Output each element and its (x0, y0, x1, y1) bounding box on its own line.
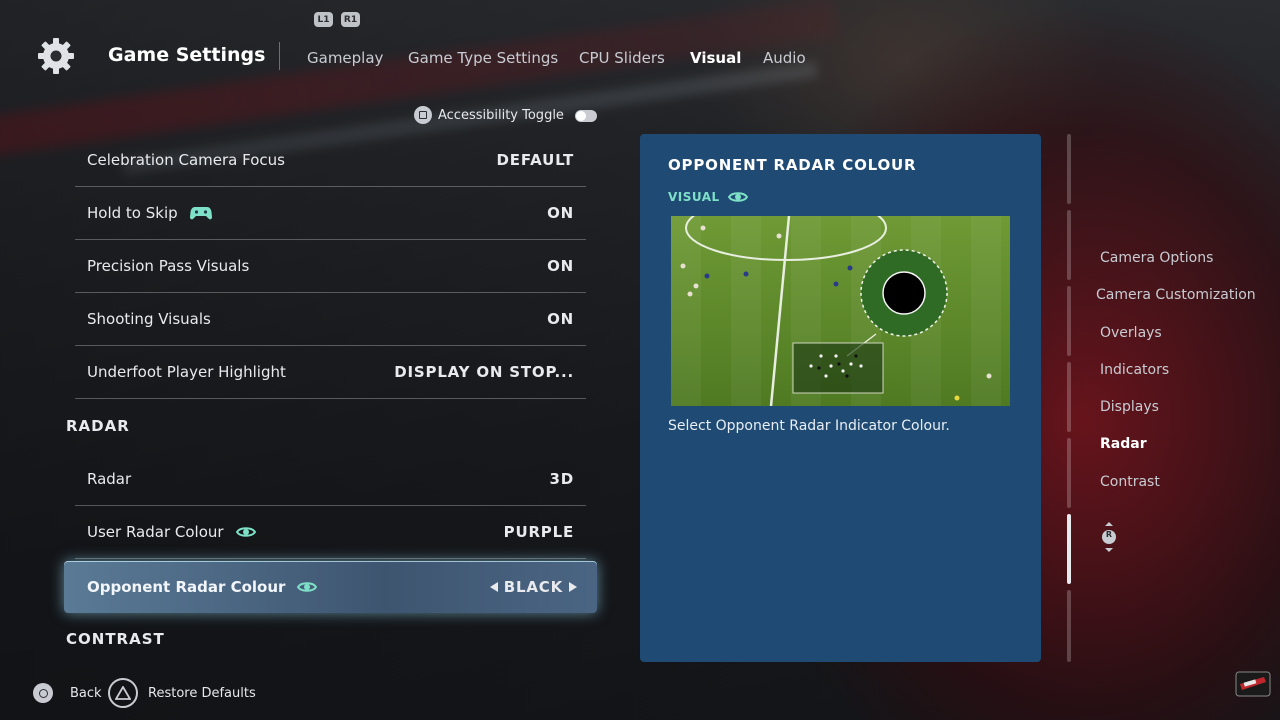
nav-overlays[interactable]: Overlays (1100, 325, 1162, 341)
setting-value: PURPLE (503, 523, 574, 541)
square-button-icon (414, 106, 432, 124)
restore-defaults-button[interactable]: Restore Defaults (108, 678, 256, 708)
nav-camera-customization[interactable]: Camera Customization (1096, 287, 1256, 303)
setting-label: Shooting Visuals (87, 310, 211, 328)
setting-row-underfoot-player-highlight[interactable]: Underfoot Player Highlight DISPLAY ON ST… (75, 346, 586, 399)
setting-row-precision-pass-visuals[interactable]: Precision Pass Visuals ON (75, 240, 586, 293)
arrow-right-icon[interactable] (569, 582, 577, 592)
info-panel-tag: VISUAL (668, 190, 748, 204)
section-heading-radar: RADAR (66, 417, 130, 435)
setting-value: 3D (549, 470, 574, 488)
info-panel-title: OPPONENT RADAR COLOUR (668, 156, 917, 174)
tab-visual[interactable]: Visual (690, 49, 741, 67)
setting-label: Opponent Radar Colour (87, 578, 286, 596)
setting-label: Celebration Camera Focus (87, 151, 285, 169)
header-divider (279, 42, 280, 70)
setting-value: DISPLAY ON STOP... (394, 363, 574, 381)
r1-bumper-icon[interactable]: R1 (341, 12, 360, 27)
restore-defaults-label: Restore Defaults (148, 685, 256, 701)
nav-camera-options[interactable]: Camera Options (1100, 250, 1213, 266)
page-title: Game Settings (108, 44, 266, 66)
accessibility-toggle-row[interactable]: Accessibility Toggle (414, 106, 564, 124)
setting-row-shooting-visuals[interactable]: Shooting Visuals ON (75, 293, 586, 346)
setting-value: ON (547, 257, 574, 275)
info-panel: OPPONENT RADAR COLOUR VISUAL Select Oppo… (640, 134, 1041, 662)
setting-label: Underfoot Player Highlight (87, 363, 286, 381)
info-panel-tag-label: VISUAL (668, 190, 720, 204)
setting-row-user-radar-colour[interactable]: User Radar Colour PURPLE (75, 506, 586, 559)
setting-label-wrap: Hold to Skip (87, 204, 212, 222)
nav-contrast[interactable]: Contrast (1100, 474, 1160, 490)
setting-value: ON (547, 204, 574, 222)
setting-label: Precision Pass Visuals (87, 257, 250, 275)
triangle-button-icon (108, 678, 138, 708)
nav-indicators[interactable]: Indicators (1100, 362, 1169, 378)
preview-image (671, 216, 1010, 406)
back-button[interactable]: Back (33, 683, 102, 703)
tab-audio[interactable]: Audio (763, 49, 806, 67)
setting-row-opponent-radar-colour[interactable]: Opponent Radar Colour BLACK (64, 561, 597, 613)
scrollbar-thumb[interactable] (1067, 514, 1071, 584)
accessibility-toggle-switch[interactable] (575, 110, 597, 122)
info-panel-description: Select Opponent Radar Indicator Colour. (668, 418, 950, 434)
scrollbar[interactable] (1067, 134, 1071, 662)
nav-displays[interactable]: Displays (1100, 399, 1159, 415)
channel-logo-icon (1235, 671, 1271, 697)
setting-value: ON (547, 310, 574, 328)
setting-value: BLACK (503, 578, 563, 596)
back-label: Back (70, 685, 102, 701)
right-stick-icon: R (1101, 522, 1117, 552)
tab-cpu-sliders[interactable]: CPU Sliders (579, 49, 665, 67)
eye-icon (235, 527, 256, 537)
setting-value: DEFAULT (496, 151, 574, 169)
right-stick-label: R (1105, 530, 1113, 539)
setting-label-wrap: User Radar Colour (87, 523, 256, 541)
l1-bumper-icon[interactable]: L1 (314, 12, 333, 27)
section-heading-contrast: CONTRAST (66, 630, 165, 648)
circle-button-icon (33, 683, 53, 703)
gear-icon (38, 38, 74, 74)
tab-gameplay[interactable]: Gameplay (307, 49, 383, 67)
eye-icon (297, 582, 318, 592)
setting-value-selector: BLACK (489, 578, 577, 596)
setting-row-celebration-camera-focus[interactable]: Celebration Camera Focus DEFAULT (75, 134, 586, 187)
setting-row-hold-to-skip[interactable]: Hold to Skip ON (75, 187, 586, 240)
accessibility-toggle-label: Accessibility Toggle (438, 107, 564, 123)
arrow-left-icon[interactable] (489, 582, 498, 592)
tab-game-type-settings[interactable]: Game Type Settings (408, 49, 558, 67)
setting-row-radar[interactable]: Radar 3D (75, 453, 586, 506)
eye-icon (727, 192, 748, 202)
setting-label: Hold to Skip (87, 204, 178, 222)
gamepad-icon (189, 207, 212, 220)
setting-label-wrap: Opponent Radar Colour (87, 578, 318, 596)
nav-radar[interactable]: Radar (1100, 436, 1147, 452)
setting-label: Radar (87, 470, 132, 488)
setting-label: User Radar Colour (87, 523, 224, 541)
